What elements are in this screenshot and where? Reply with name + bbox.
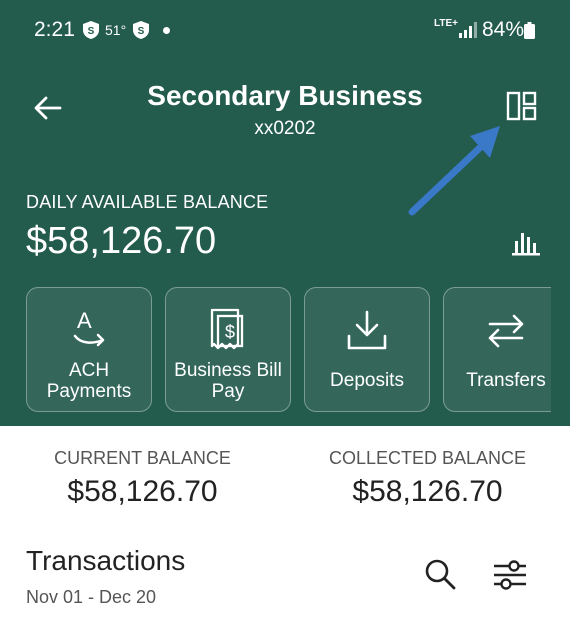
quick-actions[interactable]: A ACH Payments $ Business Bill Pay Depos… <box>0 286 551 414</box>
page-title: Secondary Business <box>147 80 423 111</box>
transfers-button[interactable]: Transfers <box>443 287 551 412</box>
ach-payments-button[interactable]: A ACH Payments <box>26 287 152 412</box>
notification-dot-icon <box>163 27 170 34</box>
svg-text:S: S <box>88 26 95 37</box>
signal-icon <box>459 22 477 38</box>
status-temperature: 51° <box>105 22 127 38</box>
battery-icon <box>524 22 535 39</box>
daily-available-balance-value: $58,126.70 <box>26 220 217 262</box>
current-balance-value: $58,126.70 <box>67 475 218 508</box>
layout-toggle-icon[interactable] <box>506 90 538 122</box>
filter-sliders-icon[interactable] <box>492 558 528 592</box>
ach-icon: A <box>73 308 105 347</box>
svg-text:S: S <box>138 26 145 37</box>
balance-summary: CURRENT BALANCE $58,126.70 COLLECTED BAL… <box>0 426 570 526</box>
action-label: Transfers <box>466 370 546 391</box>
action-label: Deposits <box>330 370 404 391</box>
shield-icon: S <box>83 21 99 39</box>
account-header: 2:21 S 51° S LTE+ 84% Secondary Business… <box>0 0 570 426</box>
network-type: LTE+ <box>434 18 458 29</box>
svg-text:$: $ <box>225 322 235 342</box>
battery-percent: 84% <box>482 18 525 41</box>
business-bill-pay-button[interactable]: $ Business Bill Pay <box>165 287 291 412</box>
transactions-title: Transactions <box>26 545 186 576</box>
daily-available-balance-label: DAILY AVAILABLE BALANCE <box>26 192 269 212</box>
status-bar: 2:21 S 51° S LTE+ 84% <box>0 0 570 62</box>
collected-balance-label: COLLECTED BALANCE <box>328 448 527 468</box>
search-icon[interactable] <box>424 558 456 590</box>
collected-balance-value: $58,126.70 <box>352 475 503 508</box>
action-label: Business Bill Pay <box>174 360 282 402</box>
annotation-arrow-icon <box>408 126 500 216</box>
shield-icon: S <box>133 21 149 39</box>
collected-balance: COLLECTED BALANCE $58,126.70 <box>285 448 570 509</box>
action-label: ACH Payments <box>46 360 132 402</box>
current-balance-label: CURRENT BALANCE <box>54 448 231 468</box>
transactions-date-range[interactable]: Nov 01 - Dec 20 <box>26 587 156 608</box>
transfer-icon <box>488 314 524 348</box>
deposit-icon <box>347 310 387 350</box>
bill-pay-icon: $ <box>210 308 244 350</box>
current-balance: CURRENT BALANCE $58,126.70 <box>0 448 285 509</box>
deposits-button[interactable]: Deposits <box>304 287 430 412</box>
svg-text:A: A <box>77 308 92 333</box>
bar-chart-icon[interactable] <box>510 228 542 256</box>
status-time: 2:21 <box>34 18 75 41</box>
